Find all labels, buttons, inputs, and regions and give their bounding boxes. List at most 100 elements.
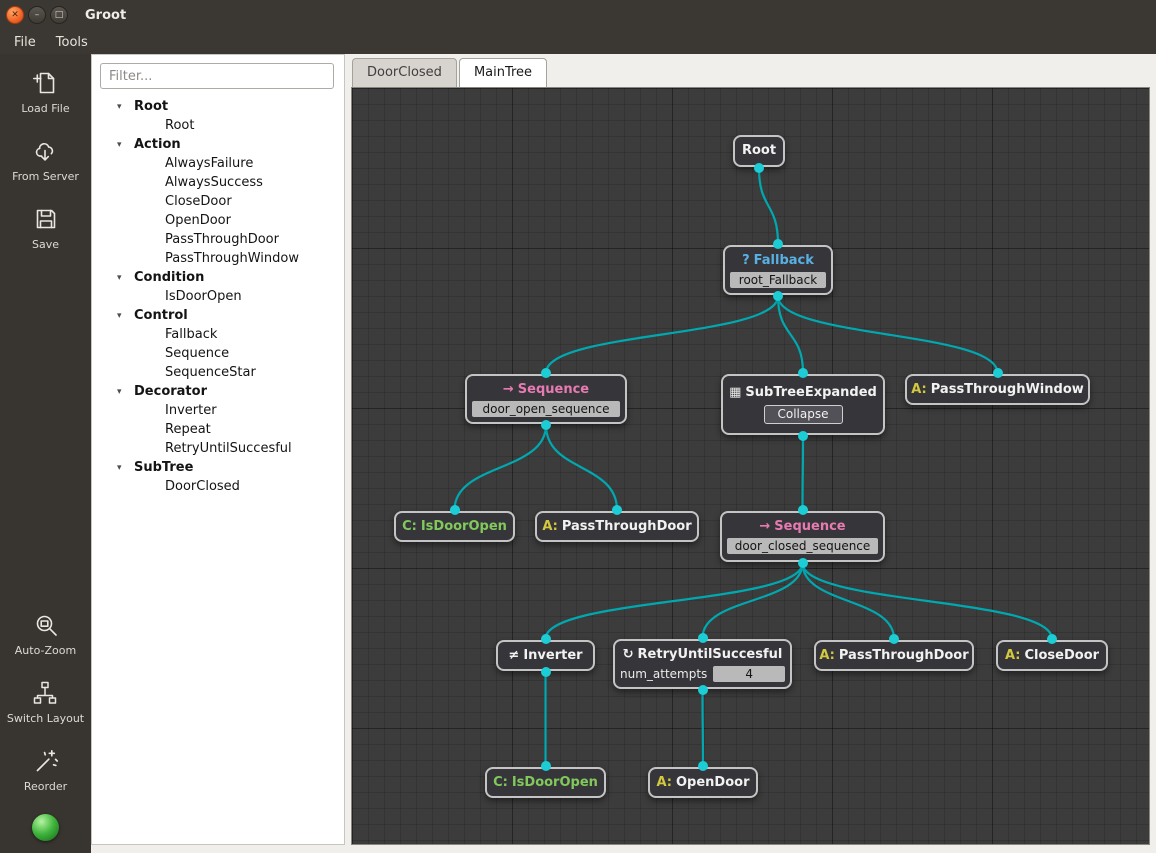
node-title: Root bbox=[742, 143, 776, 159]
menu-tools[interactable]: Tools bbox=[46, 33, 98, 52]
palette-category-label: Condition bbox=[134, 270, 205, 285]
port-bottom-seq_open[interactable] bbox=[541, 420, 551, 430]
switch-layout-button[interactable]: Switch Layout bbox=[7, 678, 84, 725]
node-closedoor[interactable]: A: CloseDoor bbox=[996, 640, 1108, 671]
menu-file[interactable]: File bbox=[4, 33, 46, 52]
edge-subtree-seq_closed[interactable] bbox=[801, 435, 805, 511]
palette-item-passthroughdoor[interactable]: PassThroughDoor bbox=[92, 230, 344, 249]
edge-seq_open-ptd1[interactable] bbox=[544, 424, 619, 511]
port-top-fallback[interactable] bbox=[773, 239, 783, 249]
toolbar-bottom-group: Auto-Zoom Switch Layout Reorder bbox=[0, 610, 91, 814]
palette-item-opendoor[interactable]: OpenDoor bbox=[92, 211, 344, 230]
palette-category-action[interactable]: ▾ Action bbox=[92, 135, 344, 154]
node-opendoor[interactable]: A: OpenDoor bbox=[648, 767, 758, 798]
palette-category-decorator[interactable]: ▾ Decorator bbox=[92, 382, 344, 401]
palette-item-closedoor[interactable]: CloseDoor bbox=[92, 192, 344, 211]
palette-item-repeat[interactable]: Repeat bbox=[92, 420, 344, 439]
tab-doorclosed[interactable]: DoorClosed bbox=[352, 58, 457, 87]
palette-item-retryuntilsuccesful[interactable]: RetryUntilSuccesful bbox=[92, 439, 344, 458]
edge-retry-opendoor[interactable] bbox=[701, 689, 705, 767]
palette-category-label: Root bbox=[134, 99, 169, 114]
save-button[interactable]: Save bbox=[32, 204, 60, 251]
port-top-ptd2[interactable] bbox=[889, 634, 899, 644]
palette-item-root[interactable]: Root bbox=[92, 116, 344, 135]
edge-fallback-subtree[interactable] bbox=[776, 295, 805, 374]
palette-item-isdooropen[interactable]: IsDoorOpen bbox=[92, 287, 344, 306]
node-isopen1[interactable]: C: IsDoorOpen bbox=[394, 511, 515, 542]
edge-seq_closed-closedoor[interactable] bbox=[801, 562, 1054, 640]
node-subtree[interactable]: ▦ SubTreeExpanded Collapse bbox=[721, 374, 885, 435]
palette-item-inverter[interactable]: Inverter bbox=[92, 401, 344, 420]
edge-seq_open-isopen1[interactable] bbox=[453, 424, 548, 511]
port-top-closedoor[interactable] bbox=[1047, 634, 1057, 644]
port-top-opendoor[interactable] bbox=[698, 761, 708, 771]
node-seq_closed[interactable]: → Sequence door_closed_sequence bbox=[720, 511, 885, 562]
port-top-ptd1[interactable] bbox=[612, 505, 622, 515]
palette-category-subtree[interactable]: ▾ SubTree bbox=[92, 458, 344, 477]
load-file-label: Load File bbox=[21, 102, 70, 115]
reorder-button[interactable]: Reorder bbox=[24, 746, 67, 793]
collapse-button[interactable]: Collapse bbox=[763, 405, 843, 424]
port-top-isopen1[interactable] bbox=[449, 505, 460, 515]
palette-item-doorclosed[interactable]: DoorClosed bbox=[92, 477, 344, 496]
port-top-seq_open[interactable] bbox=[541, 368, 551, 378]
fallback-icon: ? bbox=[742, 252, 750, 268]
edge-seq_closed-inverter[interactable] bbox=[544, 562, 804, 640]
port-top-inverter[interactable] bbox=[540, 634, 551, 644]
edge-seq_closed-retry[interactable] bbox=[701, 562, 804, 639]
chevron-down-icon: ▾ bbox=[117, 101, 122, 112]
tab-maintree[interactable]: MainTree bbox=[458, 58, 548, 87]
port-top-subtree[interactable] bbox=[798, 368, 808, 378]
node-retry[interactable]: ↻ RetryUntilSuccesful num_attempts 4 bbox=[613, 639, 792, 689]
load-file-button[interactable]: Load File bbox=[21, 68, 70, 115]
edge-seq_closed-ptd2[interactable] bbox=[801, 562, 896, 640]
node-seq_open[interactable]: → Sequence door_open_sequence bbox=[465, 374, 627, 424]
palette-category-label: SubTree bbox=[134, 460, 194, 475]
node-label: Inverter bbox=[523, 647, 583, 663]
port-bottom-root[interactable] bbox=[754, 163, 764, 173]
port-top-retry[interactable] bbox=[697, 633, 708, 643]
behavior-tree-canvas[interactable]: Root ? Fallback root_Fallback → Sequence door_… bbox=[351, 87, 1150, 845]
node-instance-name: root_Fallback bbox=[730, 271, 826, 288]
palette-item-alwayssuccess[interactable]: AlwaysSuccess bbox=[92, 173, 344, 192]
edge-fallback-ptw[interactable] bbox=[776, 295, 999, 374]
palette-item-passthroughwindow[interactable]: PassThroughWindow bbox=[92, 249, 344, 268]
node-ptd1[interactable]: A: PassThroughDoor bbox=[535, 511, 699, 542]
palette-category-condition[interactable]: ▾ Condition bbox=[92, 268, 344, 287]
port-top-isopen2[interactable] bbox=[540, 761, 551, 771]
toolbar-top-group: Load File From Server Save bbox=[0, 68, 91, 272]
port-top-ptw[interactable] bbox=[992, 368, 1003, 378]
node-fallback[interactable]: ? Fallback root_Fallback bbox=[723, 245, 833, 295]
node-title: ▦ SubTreeExpanded bbox=[729, 385, 877, 401]
port-bottom-fallback[interactable] bbox=[773, 291, 783, 301]
port-bottom-retry[interactable] bbox=[697, 685, 708, 695]
port-bottom-inverter[interactable] bbox=[540, 667, 551, 677]
node-label: PassThroughDoor bbox=[561, 518, 692, 534]
condition-prefix: C: bbox=[402, 518, 417, 534]
close-button[interactable]: ✕ bbox=[6, 6, 24, 24]
from-server-button[interactable]: From Server bbox=[12, 136, 79, 183]
palette-category-label: Control bbox=[134, 308, 188, 323]
node-instance-name: door_closed_sequence bbox=[727, 538, 878, 554]
minimize-button[interactable]: – bbox=[28, 6, 46, 24]
auto-zoom-button[interactable]: Auto-Zoom bbox=[15, 610, 76, 657]
filter-input[interactable] bbox=[100, 63, 334, 89]
edge-fallback-seq_open[interactable] bbox=[544, 295, 780, 374]
palette-item-sequencestar[interactable]: SequenceStar bbox=[92, 363, 344, 382]
palette-item-alwaysfailure[interactable]: AlwaysFailure bbox=[92, 154, 344, 173]
edge-root-fallback[interactable] bbox=[757, 167, 780, 245]
node-isopen2[interactable]: C: IsDoorOpen bbox=[485, 767, 606, 798]
port-top-seq_closed[interactable] bbox=[797, 505, 808, 515]
palette-category-control[interactable]: ▾ Control bbox=[92, 306, 344, 325]
node-ptw[interactable]: A: PassThroughWindow bbox=[905, 374, 1090, 405]
palette-item-fallback[interactable]: Fallback bbox=[92, 325, 344, 344]
palette-item-sequence[interactable]: Sequence bbox=[92, 344, 344, 363]
maximize-button[interactable]: □ bbox=[50, 6, 68, 24]
palette-category-root[interactable]: ▾ Root bbox=[92, 97, 344, 116]
sequence-arrow-icon: → bbox=[759, 519, 771, 534]
node-palette-tree: ▾ Root Root ▾ Action AlwaysFailure AlwaysSucce… bbox=[92, 97, 344, 496]
node-ptd2[interactable]: A: PassThroughDoor bbox=[814, 640, 974, 671]
port-bottom-seq_closed[interactable] bbox=[797, 558, 808, 568]
port-bottom-subtree[interactable] bbox=[798, 431, 808, 441]
action-prefix: A: bbox=[911, 381, 927, 397]
